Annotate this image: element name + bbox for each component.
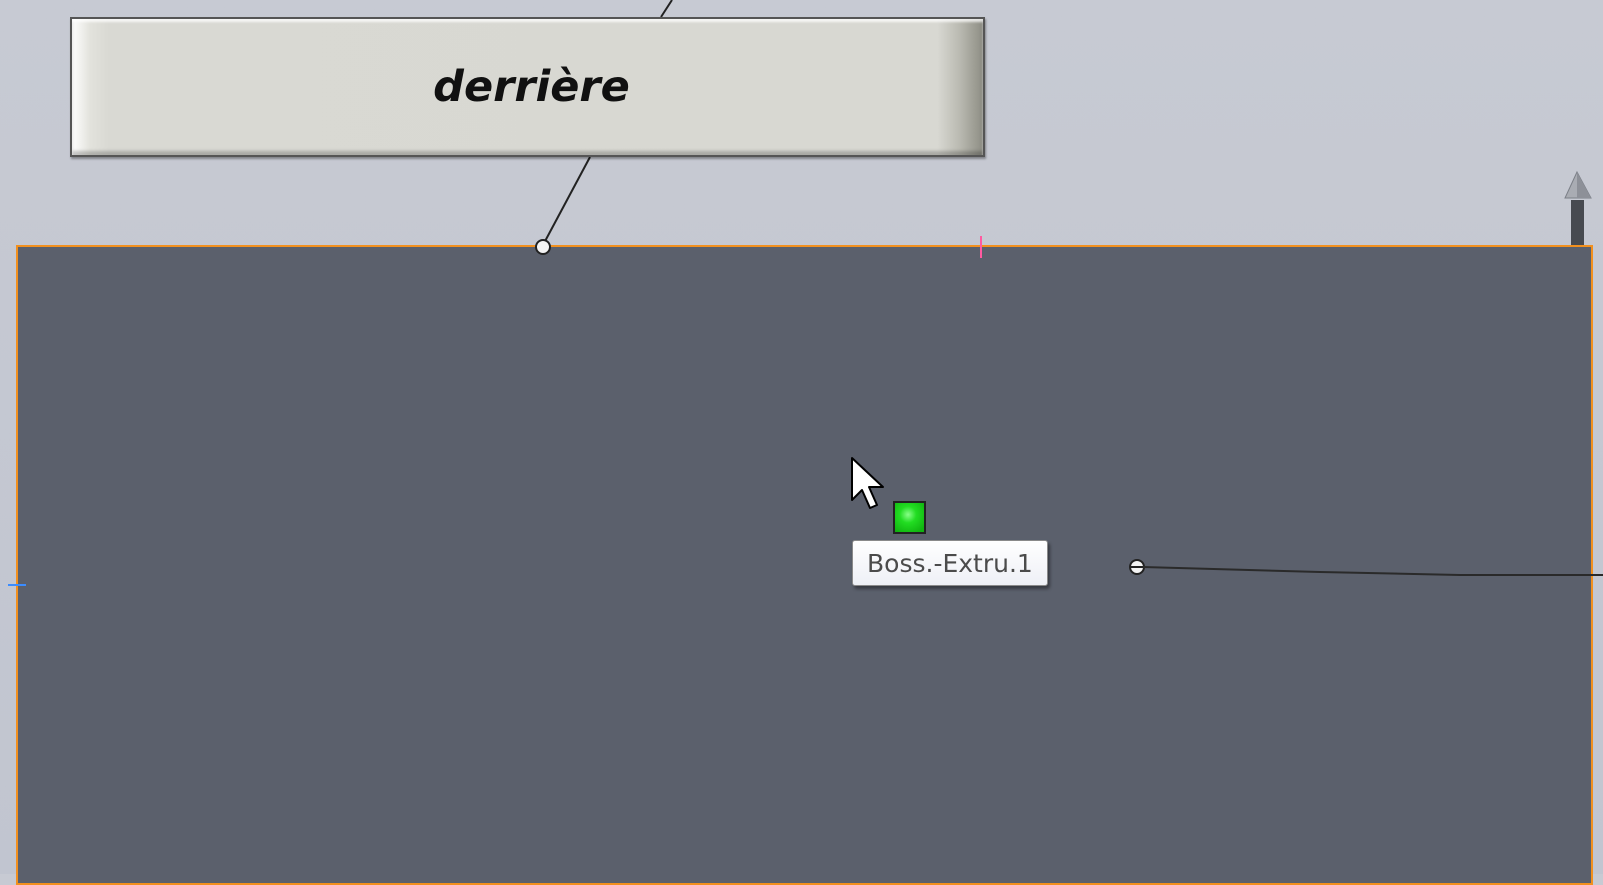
label-leader-line-lower bbox=[542, 156, 591, 246]
view-label-text: derrière bbox=[433, 62, 630, 112]
feature-tooltip: Boss.-Extru.1 bbox=[852, 540, 1048, 586]
label-leader-line-upper bbox=[660, 0, 673, 18]
arrow-up-icon[interactable] bbox=[1564, 170, 1592, 245]
arrow-cursor-icon bbox=[851, 457, 884, 509]
view-orientation-label: derrière bbox=[70, 17, 985, 157]
selected-face[interactable] bbox=[16, 245, 1593, 885]
graphics-viewport[interactable]: derrière Boss.-Extru.1 bbox=[0, 0, 1603, 885]
feature-tooltip-text: Boss.-Extru.1 bbox=[867, 548, 1033, 578]
green-square-feature-icon[interactable] bbox=[893, 501, 926, 534]
